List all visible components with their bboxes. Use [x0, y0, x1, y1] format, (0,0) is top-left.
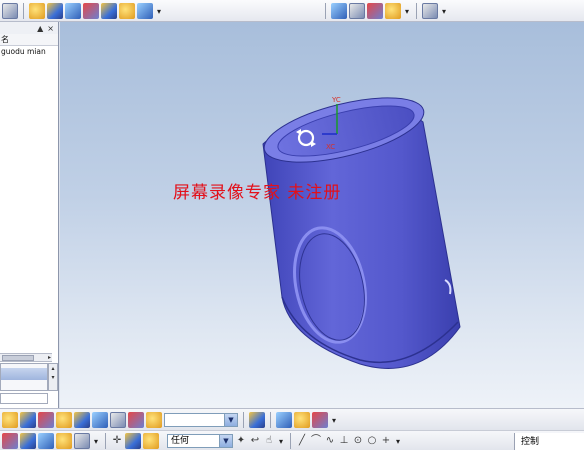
render-icon[interactable] [331, 3, 347, 19]
details-pane [0, 363, 48, 391]
selection-toolbar: ▾ ✛ 任何 ▼ ✦ ↩ ☝ ▾ ╱ ⌒ ∿ ⊥ ⊙ ○ + ▾ [2, 433, 402, 449]
plus-icon[interactable]: + [380, 435, 392, 447]
toolbar-dropdown-arrow[interactable]: ▾ [440, 7, 448, 16]
hole-icon[interactable] [38, 412, 54, 428]
toolbar-dropdown-arrow[interactable]: ▾ [277, 437, 285, 446]
toolbar-group-view: ▾ [2, 2, 163, 20]
panel-pin-icon[interactable]: ▲ [37, 24, 43, 33]
top-toolbar: ▾ ▾ ▾ [0, 0, 584, 22]
select-icon[interactable] [2, 433, 18, 449]
column-header-name[interactable]: 名 [0, 34, 58, 46]
sketch-icon[interactable] [249, 412, 265, 428]
camera-icon[interactable] [385, 3, 401, 19]
preview-pane [0, 393, 48, 404]
snap-point-icon[interactable] [20, 433, 36, 449]
toolbar-group-render: ▾ ▾ [322, 2, 448, 20]
toolbar-dropdown-arrow[interactable]: ▾ [330, 416, 338, 425]
control-label: 控制 [514, 433, 584, 450]
toolbar-separator [270, 412, 271, 428]
graphics-viewport[interactable]: YC XC 屏幕录像专家 未注册 [60, 22, 584, 408]
select-face-icon[interactable] [38, 433, 54, 449]
bottom-toolbar-top: ▼ ▾ [0, 408, 584, 430]
toolbar-separator [105, 433, 106, 449]
selection-filter-icon[interactable]: ✦ [235, 435, 247, 447]
navigator-row[interactable]: guodu mian [0, 46, 58, 57]
pattern-icon[interactable] [110, 412, 126, 428]
zoom-icon[interactable] [101, 3, 117, 19]
snap-point-icon[interactable]: ✛ [111, 435, 123, 447]
undo-icon[interactable]: ↩ [249, 435, 261, 447]
toolbar-dropdown-arrow[interactable]: ▾ [155, 7, 163, 16]
toolbar-dropdown-arrow[interactable]: ▾ [394, 437, 402, 446]
vertical-scrollbar[interactable]: ▴ ▾ [48, 363, 58, 391]
feature-combo[interactable]: ▼ [164, 413, 238, 427]
blend-icon[interactable] [56, 412, 72, 428]
pan-icon[interactable] [119, 3, 135, 19]
select-edge-icon[interactable] [74, 433, 90, 449]
layer-icon[interactable] [349, 3, 365, 19]
chevron-down-icon[interactable]: ▼ [219, 435, 232, 447]
mirror-icon[interactable] [128, 412, 144, 428]
curve-icon[interactable]: ∿ [324, 435, 336, 447]
constraint-icon[interactable] [294, 412, 310, 428]
rotate-icon[interactable] [137, 3, 153, 19]
toolbar-separator [243, 412, 244, 428]
circle-icon[interactable]: ○ [366, 435, 378, 447]
orient-view-icon[interactable] [83, 3, 99, 19]
snap-mid-icon[interactable] [143, 433, 159, 449]
line-icon[interactable]: ╱ [296, 435, 308, 447]
intersect-icon[interactable]: ⊥ [338, 435, 350, 447]
details-selection[interactable] [1, 368, 47, 380]
select-body-icon[interactable] [56, 433, 72, 449]
hand-icon[interactable]: ☝ [263, 435, 275, 447]
toolbar-separator [325, 3, 326, 19]
view-fit-icon[interactable] [2, 3, 18, 19]
chamfer-icon[interactable] [74, 412, 90, 428]
selection-filter-value: 任何 [171, 436, 190, 446]
trim-icon[interactable] [146, 412, 162, 428]
toolbar-dropdown-arrow[interactable]: ▾ [403, 7, 411, 16]
feature-toolbar: ▼ ▾ [2, 412, 338, 428]
axis-y-label: YC [331, 96, 341, 104]
settings-icon[interactable] [422, 3, 438, 19]
arc-icon[interactable]: ⌒ [310, 435, 322, 447]
revolve-icon[interactable] [20, 412, 36, 428]
toolbar-dropdown-arrow[interactable]: ▾ [92, 437, 100, 446]
shaded-view-icon[interactable] [47, 3, 63, 19]
model-canvas: YC XC [262, 96, 461, 369]
panel-header: ▲ × [0, 22, 58, 34]
horizontal-scrollbar[interactable]: ▸ [0, 353, 52, 362]
bottom-toolbar-bottom: ▾ ✛ 任何 ▼ ✦ ↩ ☝ ▾ ╱ ⌒ ∿ ⊥ ⊙ ○ + ▾ 控制 [0, 430, 584, 450]
assembly-icon[interactable] [276, 412, 292, 428]
panel-close-icon[interactable]: × [47, 24, 54, 33]
chevron-down-icon[interactable]: ▼ [224, 414, 237, 426]
center-icon[interactable]: ⊙ [352, 435, 364, 447]
render-style-icon[interactable] [29, 3, 45, 19]
snap-end-icon[interactable] [125, 433, 141, 449]
recorder-watermark: 屏幕录像专家 未注册 [173, 183, 342, 203]
scroll-right-icon[interactable]: ▸ [48, 354, 51, 361]
nx-window: ▾ ▾ ▾ ▲ × 名 guodu mian ▸ ▴ ▾ YC XC 屏幕录像专… [0, 0, 584, 450]
move-icon[interactable] [312, 412, 328, 428]
part-navigator-panel: ▲ × 名 guodu mian ▸ ▴ ▾ [0, 22, 59, 408]
wireframe-view-icon[interactable] [65, 3, 81, 19]
toolbar-separator [416, 3, 417, 19]
extrude-icon[interactable] [2, 412, 18, 428]
selection-filter-combo[interactable]: 任何 ▼ [167, 434, 233, 448]
toolbar-separator [23, 3, 24, 19]
shell-icon[interactable] [92, 412, 108, 428]
scrollbar-thumb[interactable] [2, 355, 34, 361]
snap-icon[interactable] [367, 3, 383, 19]
axis-x-label: XC [326, 143, 335, 151]
toolbar-separator [290, 433, 291, 449]
